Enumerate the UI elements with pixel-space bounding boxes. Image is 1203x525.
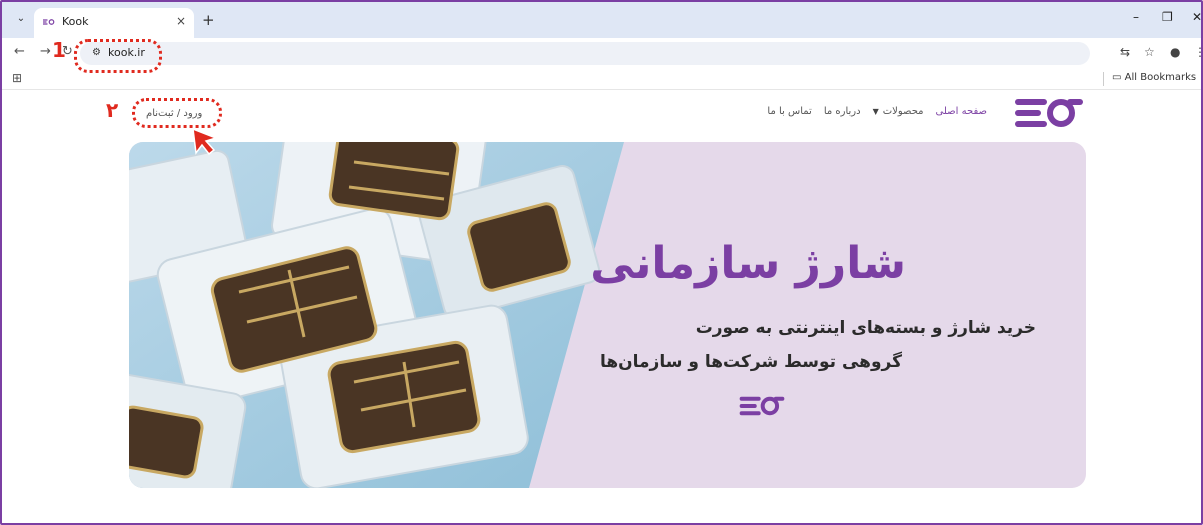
plus-icon[interactable]: + <box>202 11 215 29</box>
browser-toolbar: ← → ↻ ⚙ kook.ir ⇆ ☆ ● ⋮ <box>2 38 1201 68</box>
kook-logo[interactable] <box>1014 96 1084 130</box>
annotation-step-1: 1 <box>52 38 66 62</box>
address-bar[interactable]: ⚙ kook.ir <box>80 42 1090 65</box>
nav-products[interactable]: محصولات▼ <box>873 106 924 122</box>
tab-menu-icon[interactable]: ⌄ <box>12 10 30 28</box>
hero-title: شارژ سازمانی <box>590 238 906 289</box>
nav-about[interactable]: درباره ما <box>824 106 861 122</box>
maximize-icon[interactable]: ❐ <box>1162 10 1173 24</box>
annotation-ring-url <box>74 39 162 73</box>
all-bookmarks-label: All Bookmarks <box>1124 72 1197 83</box>
chevron-down-icon: ▼ <box>872 107 879 116</box>
nav-contact[interactable]: تماس با ما <box>767 106 811 122</box>
apps-icon[interactable]: ⊞ <box>12 71 22 85</box>
hero-subtitle-line2: گروهی توسط شرکت‌ها و سازمان‌ها <box>599 352 902 372</box>
minimize-icon[interactable]: – <box>1133 10 1139 24</box>
nav-home[interactable]: صفحه اصلی <box>936 106 987 122</box>
nav-products-label: محصولات <box>882 106 924 117</box>
translate-icon[interactable]: ⇆ <box>1120 45 1130 59</box>
forward-icon[interactable]: → <box>40 44 51 59</box>
hero-banner: شارژ سازمانی خرید شارژ و بسته‌های اینترن… <box>129 142 1086 488</box>
tab-strip: ⌄ Kook × + – ❐ ✕ <box>2 2 1201 38</box>
close-icon[interactable]: × <box>176 14 186 28</box>
tab-title: Kook <box>62 15 89 28</box>
star-icon[interactable]: ☆ <box>1144 45 1155 59</box>
browser-window: ⌄ Kook × + – ❐ ✕ ← → ↻ ⚙ kook.ir ⇆ ☆ ● ⋮… <box>0 0 1203 525</box>
kook-favicon-icon <box>43 19 55 25</box>
hero-logo <box>739 396 785 416</box>
sim-cards-image <box>129 142 624 488</box>
annotation-ring-login <box>132 98 222 128</box>
site-content: صفحه اصلی محصولات▼ درباره ما تماس با ما … <box>2 90 1201 523</box>
cursor-arrow-icon <box>192 127 219 156</box>
all-bookmarks[interactable]: ▭ All Bookmarks <box>1112 72 1196 83</box>
hero-subtitle-line1: خرید شارژ و بسته‌های اینترنتی به صورت <box>695 318 1036 338</box>
annotation-step-2: ۲ <box>106 98 119 122</box>
close-window-icon[interactable]: ✕ <box>1192 10 1201 24</box>
folder-icon: ▭ <box>1112 72 1122 83</box>
main-nav: صفحه اصلی محصولات▼ درباره ما تماس با ما <box>762 106 987 122</box>
back-icon[interactable]: ← <box>14 44 25 59</box>
bookmarks-bar: ⊞ ▭ All Bookmarks <box>2 68 1201 90</box>
bookmarks-divider <box>1103 72 1104 86</box>
browser-tab[interactable]: Kook × <box>34 8 194 38</box>
profile-icon[interactable]: ● <box>1170 45 1180 59</box>
more-icon[interactable]: ⋮ <box>1194 45 1201 59</box>
